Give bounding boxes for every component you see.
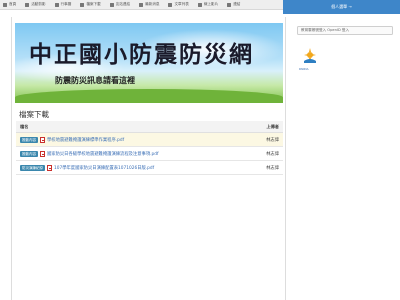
sidebar: 教育雲帳號登入 OpenID 登入 PANDA xyxy=(290,15,400,300)
table-row: 防災演練紀錄 107學年度國家防災日演練配置表1071026日版.pdf 林志偉 xyxy=(16,161,283,175)
table-header: 檔名 上傳者 xyxy=(16,121,283,133)
nav-item-link[interactable]: 連結 xyxy=(224,0,242,10)
table-row: 推動內容 學校地震避難掩護演練標準作業程序.pdf 林志偉 xyxy=(16,133,283,147)
news-icon xyxy=(139,2,144,7)
file-link[interactable]: 107學年度國家防災日演練配置表1071026日版.pdf xyxy=(54,165,262,171)
download-icon xyxy=(80,2,85,7)
table-row: 推動內容 國家防災日各級學校地震避難掩護演練流程及注意事項.pdf 林志偉 xyxy=(16,147,283,161)
image-icon xyxy=(25,2,30,7)
nav-item-label: 首頁 xyxy=(9,2,17,6)
link-icon xyxy=(227,2,232,7)
nav-item-label: 行事曆 xyxy=(60,2,72,6)
uploader-name: 林志偉 xyxy=(266,137,279,143)
nav-item-home[interactable]: 首頁 xyxy=(0,0,18,10)
link-icon xyxy=(109,2,114,7)
file-table: 檔名 上傳者 推動內容 學校地震避難掩護演練標準作業程序.pdf 林志偉 推動內… xyxy=(16,121,283,175)
calendar-icon xyxy=(54,2,59,7)
logo-text: PANDA xyxy=(299,67,309,71)
site-banner[interactable]: 中正國小防震防災網 防震防災訊息請看這裡 xyxy=(15,23,283,103)
category-tag[interactable]: 防災演練紀錄 xyxy=(20,164,45,171)
nav-item-news[interactable]: 最新消息 xyxy=(136,0,161,10)
nav-item-label: 文章列表 xyxy=(174,2,189,6)
nav-item-articles[interactable]: 文章列表 xyxy=(165,0,190,10)
nav-item-calendar[interactable]: 行事曆 xyxy=(52,0,74,10)
column-header-uploader[interactable]: 上傳者 xyxy=(266,124,279,130)
banner-hill xyxy=(15,89,283,103)
banner-title: 中正國小防震防災網 xyxy=(29,41,254,68)
column-header-name[interactable]: 檔名 xyxy=(20,124,28,130)
uploader-name: 林志偉 xyxy=(266,165,279,171)
openid-login-button[interactable]: 教育雲帳號登入 OpenID 登入 xyxy=(297,26,393,35)
category-tag[interactable]: 推動內容 xyxy=(20,150,38,157)
pdf-icon xyxy=(40,150,45,157)
home-icon xyxy=(3,2,7,7)
uploader-name: 林志偉 xyxy=(266,151,279,157)
file-link[interactable]: 國家防災日各級學校地震避難掩護演練流程及注意事項.pdf xyxy=(47,151,262,157)
page-title: 檔案下載 xyxy=(19,110,49,119)
category-tag[interactable]: 推動內容 xyxy=(20,136,38,143)
nav-item-videos[interactable]: 線上影片 xyxy=(195,0,220,10)
pdf-icon xyxy=(40,136,45,143)
nav-item-label: 連結 xyxy=(233,2,241,6)
nav-item-downloads[interactable]: 檔案下載 xyxy=(77,0,102,10)
nav-item-gallery[interactable]: 活動剪影 xyxy=(22,0,47,10)
banner-subtitle: 防震防災訊息請看這裡 xyxy=(55,76,135,85)
nav-item-links[interactable]: 友站連結 xyxy=(107,0,132,10)
nav-item-label: 友站連結 xyxy=(115,2,131,6)
panda-logo-icon[interactable] xyxy=(302,47,318,65)
nav-item-label: 線上影片 xyxy=(203,2,219,6)
list-icon xyxy=(168,2,173,7)
file-link[interactable]: 學校地震避難掩護演練標準作業程序.pdf xyxy=(47,137,262,143)
main-content: 中正國小防震防災網 防震防災訊息請看這裡 檔案下載 檔名 上傳者 推動內容 學校… xyxy=(11,17,286,300)
nav-item-label: 最新消息 xyxy=(145,2,160,6)
pdf-icon xyxy=(47,164,52,171)
personal-menu-button[interactable]: 個人選單 → xyxy=(283,0,400,14)
nav-item-label: 檔案下載 xyxy=(86,2,101,6)
nav-item-label: 活動剪影 xyxy=(31,2,46,6)
video-icon xyxy=(197,2,202,7)
